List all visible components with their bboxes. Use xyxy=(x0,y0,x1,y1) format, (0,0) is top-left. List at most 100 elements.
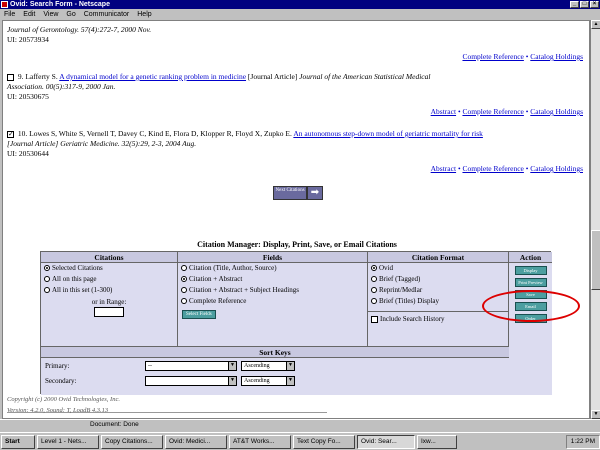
select-fields-button[interactable]: Select Fields xyxy=(182,310,216,319)
record-9-links: Abstract • Complete Reference • Catalog … xyxy=(430,107,583,116)
taskbar-item[interactable]: AT&T Works... xyxy=(229,434,291,449)
citations-option-page[interactable]: All on this page xyxy=(41,274,177,285)
start-button[interactable]: Start xyxy=(1,434,35,449)
scroll-thumb[interactable] xyxy=(591,230,600,290)
record-8-tail: Journal of Gerontology. 57(4):272-7, 200… xyxy=(7,25,582,45)
citations-option-selected[interactable]: Selected Citations xyxy=(41,263,177,274)
next-citations-button[interactable]: Next Citations ➡ xyxy=(273,186,323,200)
menu-communicator[interactable]: Communicator xyxy=(84,9,130,20)
minimize-button[interactable]: _ xyxy=(570,1,579,8)
menu-help[interactable]: Help xyxy=(137,9,151,20)
chevron-down-icon: ▼ xyxy=(286,362,294,370)
complete-reference-link[interactable]: Complete Reference xyxy=(462,107,523,116)
menu-go[interactable]: Go xyxy=(66,9,75,20)
citation-manager-title: Citation Manager: Display, Print, Save, … xyxy=(197,240,397,249)
primary-label: Primary: xyxy=(45,362,70,370)
vertical-scrollbar[interactable]: ▲ ▼ xyxy=(590,20,600,419)
citations-option-set[interactable]: All in this set (1-300) xyxy=(41,285,177,296)
select-value: Ascending xyxy=(244,363,270,369)
option-label: All on this page xyxy=(52,275,97,283)
record-authors: Lafferty S. xyxy=(25,72,58,81)
chevron-down-icon: ▼ xyxy=(228,377,236,385)
record-9-checkbox[interactable] xyxy=(7,73,14,81)
secondary-sort-select[interactable]: ▼ xyxy=(145,376,237,386)
option-label: All in this set (1-300) xyxy=(52,286,113,294)
scroll-up-icon[interactable]: ▲ xyxy=(591,20,600,29)
option-label: Citation + Abstract xyxy=(189,275,243,283)
menu-view[interactable]: View xyxy=(43,9,58,20)
include-history-checkbox[interactable] xyxy=(371,315,378,323)
range-input[interactable] xyxy=(94,307,124,317)
record-10-links: Abstract • Complete Reference • Catalog … xyxy=(430,164,583,173)
page-content: Journal of Gerontology. 57(4):272-7, 200… xyxy=(2,20,590,419)
option-label: Include Search History xyxy=(380,315,445,323)
menu-edit[interactable]: Edit xyxy=(23,9,35,20)
complete-reference-link[interactable]: Complete Reference xyxy=(462,164,523,173)
primary-sort-select[interactable]: -- ▼ xyxy=(145,361,237,371)
print-preview-button[interactable]: Print Preview xyxy=(514,278,547,287)
record-source: [Journal Article] Geriatric Medicine. 32… xyxy=(7,139,197,148)
fields-option-abstract[interactable]: Citation + Abstract xyxy=(178,274,367,285)
chevron-down-icon: ▼ xyxy=(286,377,294,385)
record-10-checkbox[interactable] xyxy=(7,129,14,139)
format-option-brief[interactable]: Brief (Tagged) xyxy=(368,274,508,285)
radio-icon xyxy=(44,265,50,272)
taskbar-item[interactable]: Ovid: Medici... xyxy=(165,434,227,449)
record-9: 9. Lafferty S. A dynamical model for a g… xyxy=(7,72,582,102)
window-titlebar: Ovid: Search Form - Netscape _ □ × xyxy=(0,0,600,9)
fields-option-subject[interactable]: Citation + Abstract + Subject Headings xyxy=(178,285,367,296)
record-type: [Journal Article] xyxy=(247,72,298,81)
option-label: Selected Citations xyxy=(52,264,103,272)
red-annotation-circle xyxy=(482,290,580,322)
taskbar-item[interactable]: Text Copy Fo... xyxy=(293,434,355,449)
radio-icon xyxy=(371,265,377,272)
scroll-down-icon[interactable]: ▼ xyxy=(591,410,600,419)
option-label: Brief (Tagged) xyxy=(379,275,421,283)
radio-icon xyxy=(371,287,377,294)
option-label: Brief (Titles) Display xyxy=(379,297,440,305)
taskbar-item[interactable]: Ixw... xyxy=(417,434,457,449)
taskbar-item-active[interactable]: Ovid: Sear... xyxy=(357,434,415,449)
record-number: 9. xyxy=(17,72,24,81)
arrow-right-icon: ➡ xyxy=(307,186,323,200)
select-value: Ascending xyxy=(244,378,270,384)
primary-order-select[interactable]: Ascending ▼ xyxy=(241,361,295,371)
fields-header: Fields xyxy=(178,252,367,263)
taskbar-item[interactable]: Copy Citations... xyxy=(101,434,163,449)
status-text: Document: Done xyxy=(90,421,139,428)
secondary-label: Secondary: xyxy=(45,377,77,385)
status-bar: Document: Done xyxy=(0,419,600,428)
abstract-link[interactable]: Abstract xyxy=(431,164,456,173)
record-title-link[interactable]: A dynamical model for a genetic ranking … xyxy=(59,72,246,81)
maximize-button[interactable]: □ xyxy=(580,1,589,8)
fields-option-citation[interactable]: Citation (Title, Author, Source) xyxy=(178,263,367,274)
catalog-holdings-link[interactable]: Catalog Holdings xyxy=(530,52,583,61)
format-option-ovid[interactable]: Ovid xyxy=(368,263,508,274)
fields-option-complete[interactable]: Complete Reference xyxy=(178,296,367,307)
catalog-holdings-link[interactable]: Catalog Holdings xyxy=(530,164,583,173)
record-title-link[interactable]: An autonomous step-down model of geriatr… xyxy=(293,129,483,138)
secondary-order-select[interactable]: Ascending ▼ xyxy=(241,376,295,386)
close-button[interactable]: × xyxy=(590,1,599,8)
radio-icon xyxy=(181,287,187,294)
record-authors: Lowes S, White S, Vernell T, Davey C, Ki… xyxy=(29,129,292,138)
format-option-reprint[interactable]: Reprint/Medlar xyxy=(368,285,508,296)
record-ui: UI: 20573934 xyxy=(7,35,49,44)
radio-icon xyxy=(181,298,187,305)
record-ui: UI: 20530644 xyxy=(7,149,49,158)
abstract-link[interactable]: Abstract xyxy=(431,107,456,116)
format-header: Citation Format xyxy=(368,252,508,263)
citations-header: Citations xyxy=(41,252,177,263)
catalog-holdings-link[interactable]: Catalog Holdings xyxy=(530,107,583,116)
next-citations-label: Next Citations xyxy=(273,186,307,200)
menu-bar: File Edit View Go Communicator Help xyxy=(0,9,600,20)
radio-icon xyxy=(181,265,187,272)
complete-reference-link[interactable]: Complete Reference xyxy=(462,52,523,61)
citation-manager-panel: Citations Selected Citations All on this… xyxy=(40,251,552,395)
menu-file[interactable]: File xyxy=(4,9,15,20)
action-header: Action xyxy=(509,252,552,263)
option-label: Complete Reference xyxy=(189,297,247,305)
copyright-text: Copyright (c) 2000 Ovid Technologies, In… xyxy=(7,396,120,403)
display-button[interactable]: Display xyxy=(514,266,547,275)
taskbar-item[interactable]: Level 1 - Nets... xyxy=(37,434,99,449)
